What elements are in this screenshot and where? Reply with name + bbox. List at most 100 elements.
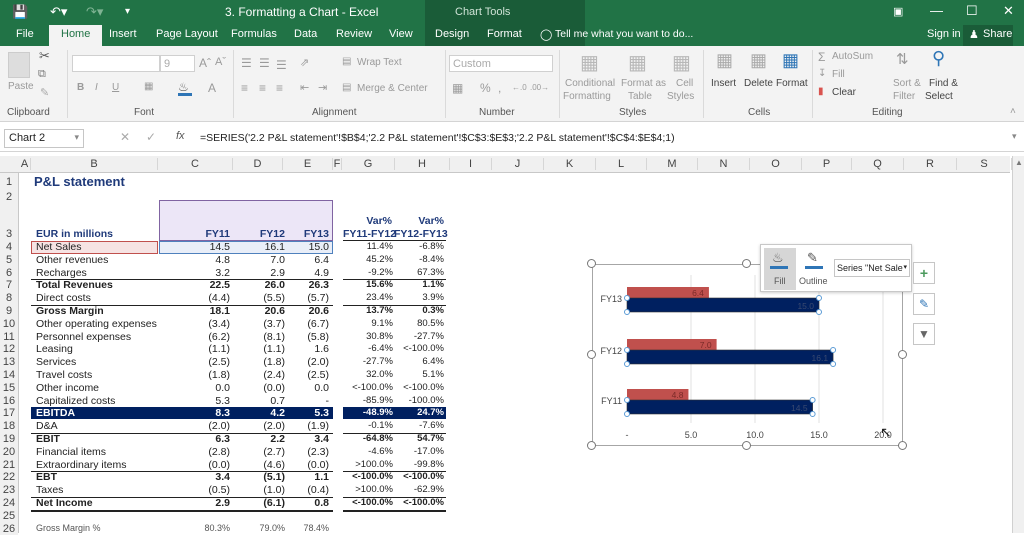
- row-header[interactable]: 12: [0, 343, 18, 356]
- column-header-a[interactable]: A: [19, 158, 31, 170]
- function-icon[interactable]: fx: [176, 130, 185, 142]
- tab-data[interactable]: Data: [294, 28, 317, 40]
- tab-file[interactable]: File: [16, 28, 34, 40]
- resize-handle[interactable]: [898, 350, 907, 359]
- name-box[interactable]: Chart 2 ▾: [4, 129, 84, 148]
- align-left-icon[interactable]: ≡: [241, 81, 248, 95]
- align-right-icon[interactable]: ≡: [276, 81, 283, 95]
- column-header-c[interactable]: C: [158, 158, 233, 170]
- column-header-h[interactable]: H: [395, 158, 450, 170]
- autosum-button[interactable]: AutoSum: [832, 51, 873, 62]
- resize-handle[interactable]: [587, 441, 596, 450]
- format-cells-button[interactable]: Format: [776, 78, 808, 89]
- row-header[interactable]: 2: [0, 191, 18, 203]
- column-header-q[interactable]: Q: [852, 158, 904, 170]
- row-header[interactable]: 3: [0, 228, 18, 240]
- cancel-icon[interactable]: ✕: [120, 130, 130, 144]
- column-header-f[interactable]: F: [333, 158, 342, 170]
- row-header[interactable]: 14: [0, 369, 18, 381]
- find-select-button[interactable]: Find &: [929, 78, 958, 89]
- top-align-icon[interactable]: ☰: [241, 56, 252, 70]
- row-header[interactable]: 21: [0, 458, 18, 471]
- column-header-r[interactable]: R: [904, 158, 957, 170]
- orientation-icon[interactable]: ⇗: [300, 56, 309, 69]
- borders-icon[interactable]: ▦: [144, 81, 153, 92]
- delete-cells-button[interactable]: Delete: [744, 78, 773, 89]
- tab-home[interactable]: Home: [49, 25, 103, 46]
- column-header-p[interactable]: P: [802, 158, 852, 170]
- resize-handle[interactable]: [742, 259, 751, 268]
- formula-input[interactable]: =SERIES('2.2 P&L statement'!$B$4;'2.2 P&…: [200, 132, 675, 144]
- redo-icon[interactable]: ↷▾: [86, 4, 103, 20]
- row-header[interactable]: 22: [0, 471, 18, 484]
- row-header[interactable]: 13: [0, 356, 18, 369]
- column-header-k[interactable]: K: [544, 158, 596, 170]
- row-header[interactable]: 19: [0, 433, 18, 445]
- tab-page-layout[interactable]: Page Layout: [156, 28, 218, 40]
- clear-button[interactable]: Clear: [832, 87, 856, 98]
- column-header-l[interactable]: L: [596, 158, 647, 170]
- font-size-input[interactable]: 9: [160, 55, 195, 72]
- chart-filters-funnel-icon[interactable]: ▼: [913, 323, 935, 345]
- paste-icon[interactable]: [8, 52, 30, 78]
- sign-in-link[interactable]: Sign in: [927, 28, 961, 40]
- increase-indent-icon[interactable]: ⇥: [318, 81, 327, 94]
- column-header-e[interactable]: E: [283, 158, 333, 170]
- increase-decimal-icon[interactable]: ←.0: [512, 83, 527, 92]
- row-header[interactable]: 7: [0, 279, 18, 292]
- row-header[interactable]: 11: [0, 330, 18, 343]
- maximize-icon[interactable]: ☐: [966, 3, 978, 19]
- chart-elements-plus-icon[interactable]: +: [913, 262, 935, 284]
- number-format-select[interactable]: Custom: [449, 55, 553, 72]
- format-painter-icon[interactable]: ✎: [40, 86, 49, 99]
- comma-button[interactable]: ,: [498, 81, 501, 95]
- save-icon[interactable]: 💾: [12, 4, 28, 20]
- row-header[interactable]: 18: [0, 420, 18, 433]
- outline-button[interactable]: ✎ Outline: [799, 248, 835, 290]
- expand-formula-icon[interactable]: ▾: [1012, 131, 1017, 142]
- row-header[interactable]: 20: [0, 445, 18, 458]
- cut-icon[interactable]: ✂: [39, 48, 50, 64]
- tell-me-search[interactable]: Tell me what you want to do...: [555, 28, 693, 40]
- column-header-i[interactable]: I: [450, 158, 492, 170]
- tab-format[interactable]: Format: [487, 28, 522, 40]
- bottom-align-icon[interactable]: ☰: [276, 58, 287, 72]
- copy-icon[interactable]: ⧉: [38, 68, 46, 81]
- undo-icon[interactable]: ↶▾: [50, 4, 67, 20]
- row-header[interactable]: 5: [0, 253, 18, 266]
- wrap-text-button[interactable]: Wrap Text: [357, 57, 402, 68]
- sort-filter-button[interactable]: Sort &: [893, 78, 921, 89]
- format-as-table-button[interactable]: Format as: [621, 78, 666, 89]
- column-header-s[interactable]: S: [957, 158, 1012, 170]
- row-header[interactable]: 9: [0, 305, 18, 317]
- accounting-format-icon[interactable]: ▦: [452, 81, 463, 95]
- row-header[interactable]: 16: [0, 394, 18, 407]
- scroll-up-icon[interactable]: ▲: [1015, 158, 1023, 167]
- merge-center-button[interactable]: Merge & Center: [357, 83, 428, 94]
- font-color-icon[interactable]: A: [208, 81, 216, 95]
- decrease-indent-icon[interactable]: ⇤: [300, 81, 309, 94]
- resize-handle[interactable]: [587, 350, 596, 359]
- column-header-n[interactable]: N: [698, 158, 750, 170]
- collapse-ribbon-icon[interactable]: ˄: [1010, 106, 1016, 117]
- column-header-j[interactable]: J: [492, 158, 544, 170]
- column-header-g[interactable]: G: [342, 158, 395, 170]
- row-header[interactable]: 6: [0, 266, 18, 279]
- fill-color-icon[interactable]: ♨: [178, 80, 189, 94]
- tab-insert[interactable]: Insert: [109, 28, 137, 40]
- resize-handle[interactable]: [898, 441, 907, 450]
- row-header[interactable]: 23: [0, 484, 18, 497]
- row-header[interactable]: 1: [0, 176, 18, 188]
- row-header[interactable]: 15: [0, 381, 18, 394]
- cell-styles-button[interactable]: Cell: [676, 78, 693, 89]
- middle-align-icon[interactable]: ☰: [259, 56, 270, 70]
- vertical-scrollbar[interactable]: ▲: [1012, 156, 1024, 533]
- chart-styles-brush-icon[interactable]: ✎: [913, 293, 935, 315]
- italic-button[interactable]: I: [95, 82, 98, 93]
- decrease-decimal-icon[interactable]: .00→: [530, 83, 549, 92]
- resize-handle[interactable]: [742, 441, 751, 450]
- shrink-font-icon[interactable]: Aˇ: [215, 56, 226, 68]
- conditional-formatting-button[interactable]: Conditional: [565, 78, 615, 89]
- column-header-o[interactable]: O: [750, 158, 802, 170]
- series-select[interactable]: Series "Net Sale ▾: [834, 259, 910, 277]
